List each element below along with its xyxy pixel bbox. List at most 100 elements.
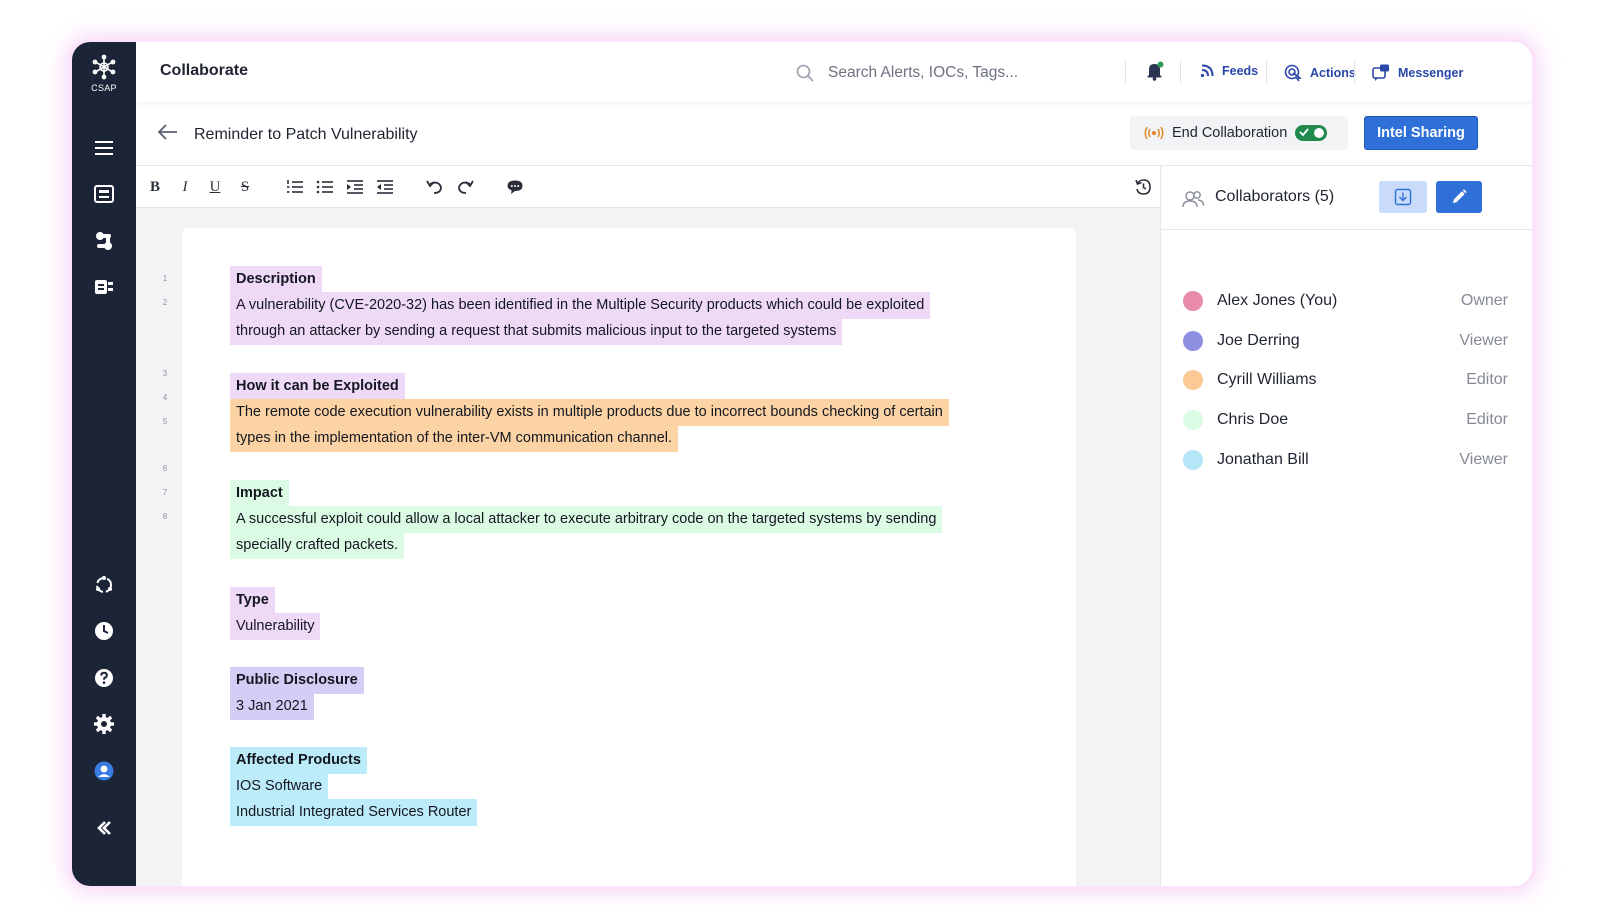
section-heading: Public Disclosure	[230, 667, 364, 694]
collaborator-name: Alex Jones (You)	[1217, 292, 1338, 309]
line-number: 3	[162, 369, 168, 378]
collaborator-avatar	[1183, 370, 1203, 390]
redo-icon[interactable]	[456, 178, 474, 196]
section-heading: Impact	[230, 480, 289, 507]
check-icon	[1299, 128, 1309, 137]
divider	[1125, 60, 1126, 84]
section-heading: Affected Products	[230, 747, 367, 774]
brand-logo[interactable]: CSAP	[72, 54, 136, 93]
menu-icon[interactable]	[92, 136, 116, 160]
collaborator-row[interactable]: Chris Doe Editor	[1183, 408, 1508, 432]
workflow-icon[interactable]	[92, 229, 116, 253]
collaborator-row[interactable]: Joe Derring Viewer	[1183, 329, 1508, 353]
collaborator-name: Joe Derring	[1217, 332, 1300, 349]
toggle-switch[interactable]	[1295, 125, 1328, 141]
collaborator-role: Editor	[1466, 371, 1508, 388]
collaborators-panel: Collaborators (5) Alex Jones (You) Owner…	[1160, 166, 1532, 886]
collaborator-row[interactable]: Alex Jones (You) Owner	[1183, 289, 1508, 313]
search-input[interactable]	[828, 64, 1098, 82]
clock-icon[interactable]	[92, 619, 116, 643]
end-collaboration-label: End Collaboration	[1172, 125, 1288, 141]
settings-gear-icon[interactable]	[92, 712, 116, 736]
people-icon	[1182, 191, 1205, 208]
collaborator-avatar	[1183, 450, 1203, 470]
section-description[interactable]: Description A vulnerability (CVE-2020-32…	[230, 266, 931, 345]
download-icon	[1394, 188, 1412, 206]
section-text: Vulnerability	[230, 613, 321, 640]
toggle-knob	[1314, 128, 1325, 138]
section-impact[interactable]: Impact A successful exploit could allow …	[230, 480, 943, 559]
section-text: 3 Jan 2021	[230, 693, 314, 720]
user-avatar-icon[interactable]	[92, 759, 116, 783]
messenger-label: Messenger	[1398, 66, 1464, 80]
underline-icon[interactable]: U	[206, 178, 224, 196]
section-text: The remote code execution vulnerability …	[230, 399, 949, 426]
collaborator-role: Editor	[1466, 411, 1508, 428]
section-text: through an attacker by sending a request…	[230, 318, 843, 345]
messenger-link[interactable]: Messenger	[1372, 64, 1463, 82]
line-number: 8	[162, 512, 168, 521]
messenger-icon	[1372, 64, 1389, 81]
snowflake-logo-icon	[92, 54, 116, 80]
comment-icon[interactable]	[506, 178, 524, 196]
undo-icon[interactable]	[426, 178, 444, 196]
section-text: Industrial Integrated Services Router	[230, 799, 478, 826]
sync-icon[interactable]	[92, 573, 116, 597]
feeds-link[interactable]: Feeds	[1200, 64, 1258, 78]
collaborator-name: Cyrill Williams	[1217, 371, 1317, 388]
actions-link[interactable]: Actions	[1284, 64, 1356, 82]
document-title: Reminder to Patch Vulnerability	[194, 126, 418, 143]
feeds-label: Feeds	[1222, 64, 1259, 78]
ordered-list-icon[interactable]	[286, 178, 304, 196]
collaborators-label: Collaborators (5)	[1215, 188, 1335, 205]
download-button[interactable]	[1379, 181, 1427, 213]
left-rail: CSAP	[72, 42, 136, 886]
search-icon	[796, 64, 814, 82]
section-heading: How it can be Exploited	[230, 373, 405, 400]
section-text: specially crafted packets.	[230, 532, 404, 559]
actions-icon	[1284, 64, 1302, 82]
actions-label: Actions	[1310, 66, 1356, 80]
collaborator-row[interactable]: Cyrill Williams Editor	[1183, 368, 1508, 392]
intel-sharing-button[interactable]: Intel Sharing	[1364, 116, 1478, 150]
section-public-disclosure[interactable]: Public Disclosure 3 Jan 2021	[230, 667, 364, 720]
threat-intel-icon[interactable]	[92, 275, 116, 299]
edit-button[interactable]	[1436, 181, 1482, 213]
line-number: 7	[162, 488, 168, 497]
section-affected-products[interactable]: Affected Products IOS Software Industria…	[230, 747, 478, 826]
news-icon[interactable]	[92, 182, 116, 206]
document-header: Reminder to Patch Vulnerability End Coll…	[136, 102, 1532, 166]
section-text: types in the implementation of the inter…	[230, 425, 679, 452]
app-window: CSAP Collaborate Search Alerts, IOCs, Ta…	[72, 42, 1532, 886]
section-type[interactable]: Type Vulnerability	[230, 587, 321, 640]
brand-label: CSAP	[91, 83, 117, 93]
collaborator-row[interactable]: Jonathan Bill Viewer	[1183, 448, 1508, 472]
indent-icon[interactable]	[346, 178, 364, 196]
help-icon[interactable]	[92, 666, 116, 690]
section-text: A vulnerability (CVE-2020-32) has been i…	[230, 292, 931, 319]
divider	[1180, 60, 1181, 84]
global-search[interactable]	[796, 59, 1126, 87]
italic-icon[interactable]: I	[176, 178, 194, 196]
outdent-icon[interactable]	[376, 178, 394, 196]
notifications-bell-icon[interactable]	[1146, 61, 1164, 86]
strikethrough-icon[interactable]: S	[236, 178, 254, 196]
back-arrow-icon[interactable]	[157, 124, 178, 145]
section-exploited[interactable]: How it can be Exploited The remote code …	[230, 373, 949, 452]
end-collaboration-toggle[interactable]: End Collaboration	[1130, 116, 1348, 150]
bold-icon[interactable]: B	[146, 178, 164, 196]
divider	[1354, 60, 1355, 84]
collaborator-name: Chris Doe	[1217, 411, 1289, 428]
collaborators-header: Collaborators (5)	[1161, 166, 1532, 230]
collapse-icon[interactable]	[92, 816, 116, 840]
section-heading: Description	[230, 266, 322, 293]
section-text: IOS Software	[230, 773, 329, 800]
collaborator-role: Owner	[1460, 292, 1508, 309]
collaborator-name: Jonathan Bill	[1217, 451, 1309, 468]
history-icon[interactable]	[1134, 178, 1152, 196]
editor-toolbar: B I U S	[136, 166, 1160, 208]
bullet-list-icon[interactable]	[316, 178, 334, 196]
pencil-icon	[1453, 189, 1467, 203]
rss-icon	[1200, 64, 1214, 78]
line-number: 5	[162, 417, 168, 426]
